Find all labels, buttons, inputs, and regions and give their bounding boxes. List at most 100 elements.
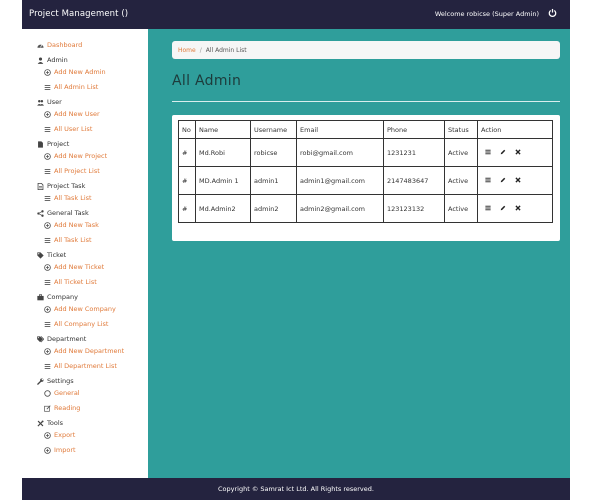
app-brand[interactable]: Project Management (): [29, 9, 128, 19]
plus-circle-icon: [44, 305, 51, 313]
plus-circle-icon: [44, 68, 51, 76]
cell-status: Active: [444, 194, 478, 223]
main-content: Home / All Admin List All Admin No Name …: [148, 29, 570, 478]
sidebar-item-dashboard[interactable]: Dashboard: [37, 41, 82, 49]
sidebar-item-label: Add New Ticket: [54, 263, 105, 271]
footer: Copyright © Samrat Ict Ltd. All Rights r…: [22, 478, 570, 500]
sidebar-item-label: All Department List: [54, 362, 117, 370]
cell-action: [477, 138, 553, 167]
delete-x-icon[interactable]: [515, 176, 521, 185]
sidebar-item-add-new-user[interactable]: Add New User: [44, 110, 100, 118]
delete-x-icon[interactable]: [515, 148, 521, 157]
sidebar-section-admin[interactable]: Admin: [37, 56, 68, 64]
sidebar-section-ticket[interactable]: Ticket: [37, 251, 66, 259]
edit-pencil-icon[interactable]: [500, 205, 506, 213]
share-icon: [37, 209, 44, 217]
sidebar-item-all-department-list[interactable]: All Department List: [44, 362, 117, 370]
tag-icon: [37, 251, 44, 259]
sidebar-item-label: Add New Department: [54, 347, 125, 355]
list-icon: [44, 168, 51, 175]
sidebar-item-all-task-list[interactable]: All Task List: [44, 236, 92, 244]
briefcase-icon: [37, 293, 44, 301]
delete-x-icon[interactable]: [515, 204, 521, 213]
cell-phone: 1231231: [383, 138, 445, 167]
sidebar-item-label: Reading: [54, 404, 81, 412]
sidebar-section-label: Department: [47, 335, 87, 343]
cell-no: #: [178, 138, 196, 167]
plus-circle-icon: [44, 221, 51, 229]
admin-list-panel: No Name Username Email Phone Status Acti…: [172, 115, 560, 241]
breadcrumb-home-link[interactable]: Home: [178, 47, 196, 54]
column-header: No: [178, 120, 196, 139]
sidebar-section-general-task[interactable]: General Task: [37, 209, 89, 217]
table-header-row: No Name Username Email Phone Status Acti…: [178, 120, 553, 139]
table-row: # MD.Admin 1 admin1 admin1@gmail.com 2147483…: [178, 166, 553, 195]
view-list-icon[interactable]: [485, 177, 491, 185]
edit-pencil-icon[interactable]: [500, 149, 506, 157]
sidebar-item-export[interactable]: Export: [44, 431, 75, 439]
page-title: All Admin: [172, 73, 242, 89]
view-list-icon[interactable]: [485, 149, 491, 157]
sidebar-item-label: All User List: [54, 125, 93, 133]
sidebar-item-label: Add New Project: [54, 152, 108, 160]
edit-pencil-icon[interactable]: [500, 177, 506, 185]
list-icon: [44, 363, 51, 370]
users-icon: [37, 99, 44, 106]
tools-icon: [37, 419, 44, 427]
sidebar-section-company[interactable]: Company: [37, 293, 78, 301]
sidebar-item-label: All Company List: [54, 320, 109, 328]
sidebar-section-department[interactable]: Department: [37, 335, 86, 343]
dashboard-icon: [37, 42, 44, 49]
sidebar-section-tools[interactable]: Tools: [37, 419, 63, 427]
cell-status: Active: [444, 166, 478, 195]
sidebar-section-label: Company: [47, 293, 78, 301]
sidebar-item-label: Add New Task: [54, 221, 99, 229]
cell-phone: 2147483647: [383, 166, 445, 195]
plus-circle-icon: [44, 347, 51, 355]
cell-email: admin1@gmail.com: [296, 166, 384, 195]
sidebar-section-project[interactable]: Project: [37, 140, 69, 148]
sidebar-item-add-new-department[interactable]: Add New Department: [44, 347, 124, 355]
cell-username: admin1: [250, 166, 297, 195]
sidebar-item-all-project-list[interactable]: All Project List: [44, 167, 100, 175]
sidebar-section-settings[interactable]: Settings: [37, 377, 74, 385]
sidebar-section-label: Project Task: [47, 182, 86, 190]
admin-table: No Name Username Email Phone Status Acti…: [178, 120, 553, 223]
list-icon: [44, 279, 51, 286]
sidebar-item-all-admin-list[interactable]: All Admin List: [44, 83, 98, 91]
sidebar-item-all-ticket-list[interactable]: All Ticket List: [44, 278, 97, 286]
sidebar-item-label: Add New Admin: [54, 68, 106, 76]
sidebar-item-add-new-project[interactable]: Add New Project: [44, 152, 107, 160]
sidebar-item-label: Add New User: [54, 110, 100, 118]
cell-name: Md.Admin2: [195, 194, 251, 223]
welcome-user-text[interactable]: Welcome robicse (Super Admin): [435, 10, 539, 18]
sidebar-section-label: Settings: [47, 377, 74, 385]
cell-email: robi@gmail.com: [296, 138, 384, 167]
sidebar-item-all-task-list[interactable]: All Task List: [44, 194, 92, 202]
sidebar-section-label: Tools: [47, 419, 64, 427]
power-icon[interactable]: [548, 8, 557, 18]
sidebar-item-reading[interactable]: Reading: [44, 404, 80, 412]
sidebar-item-add-new-admin[interactable]: Add New Admin: [44, 68, 106, 76]
sidebar-item-add-new-task[interactable]: Add New Task: [44, 221, 99, 229]
view-list-icon[interactable]: [485, 205, 491, 213]
sidebar: Dashboard Admin Add New Admin All Admin Li…: [22, 29, 148, 478]
sidebar-item-import[interactable]: Import: [44, 446, 76, 454]
table-row: # Md.Admin2 admin2 admin2@gmail.com 12312313…: [178, 194, 553, 223]
sidebar-section-project-task[interactable]: Project Task: [37, 182, 85, 190]
sidebar-item-general[interactable]: General: [44, 389, 80, 397]
sidebar-item-add-new-company[interactable]: Add New Company: [44, 305, 116, 313]
sidebar-section-user[interactable]: User: [37, 98, 62, 106]
sidebar-item-add-new-ticket[interactable]: Add New Ticket: [44, 263, 104, 271]
cell-no: #: [178, 194, 196, 223]
sidebar-item-all-user-list[interactable]: All User List: [44, 125, 92, 133]
list-icon: [44, 237, 51, 244]
sidebar-item-all-company-list[interactable]: All Company List: [44, 320, 108, 328]
plus-circle-icon: [44, 110, 51, 118]
sidebar-item-label: All Project List: [54, 167, 100, 175]
sidebar-item-label: All Task List: [54, 194, 92, 202]
top-navbar: Project Management () Welcome robicse (S…: [22, 0, 570, 29]
plus-circle-icon: [44, 263, 51, 271]
breadcrumb-separator: /: [199, 46, 202, 54]
sidebar-item-label: All Task List: [54, 236, 92, 244]
